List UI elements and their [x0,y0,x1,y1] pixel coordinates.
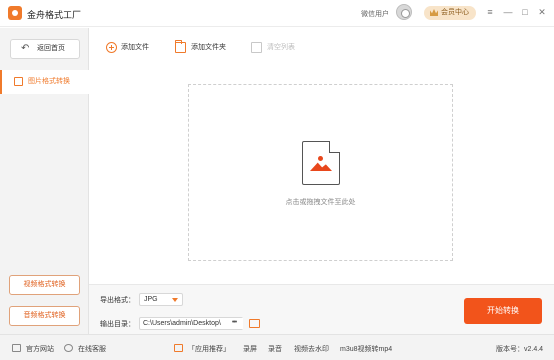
sidebar: ↶ 返回首页 图片格式转换 视频格式转换 音频格式转换 [0,28,89,334]
output-settings-panel: 导出格式： JPG 输出目录： C:\Users\admin\Desktop\ … [89,284,554,334]
status-bar: 官方网站 在线客服 「应用推荐」 录屏 录音 视频去水印 m3u8视频转mp4 … [0,334,554,360]
user-avatar[interactable] [396,4,412,20]
start-convert-button[interactable]: 开始转换 [464,298,542,324]
support-link[interactable]: 在线客服 [78,344,106,354]
image-icon [14,77,23,86]
record-screen-link[interactable]: 录屏 [243,344,257,354]
browse-dir-button[interactable]: ••• [225,318,243,329]
vip-center-button[interactable]: 会员中心 [424,6,476,20]
watermark-remover-link[interactable]: 视频去水印 [294,344,329,354]
vip-center-label: 会员中心 [441,9,469,16]
user-name[interactable]: 微信用户 [361,9,389,19]
add-file-label: 添加文件 [121,44,149,51]
back-home-button[interactable]: ↶ 返回首页 [10,39,80,59]
add-file-button[interactable]: 添加文件 [106,39,166,57]
website-icon [12,344,21,352]
sidebar-item-image-convert[interactable]: 图片格式转换 [0,70,89,94]
drop-hint: 点击或拖拽文件至此处 [285,199,356,206]
sidebar-item-label: 图片格式转换 [28,78,70,85]
app-title: 金舟格式工厂 [27,10,82,20]
maximize-icon[interactable]: □ [519,6,531,18]
video-convert-button[interactable]: 视频格式转换 [9,275,80,295]
recommend-label: 「应用推荐」 [188,346,230,353]
audio-convert-button[interactable]: 音频格式转换 [9,306,80,326]
chevron-down-icon [172,298,178,302]
format-label: 导出格式： [100,297,135,304]
file-corner-fold [329,141,340,153]
headset-icon [64,344,73,352]
folder-icon [175,40,186,53]
m3u8-convert-link[interactable]: m3u8视频转mp4 [340,344,392,354]
output-dir-label: 输出目录： [100,321,135,328]
format-select[interactable]: JPG [139,293,183,306]
minimize-icon[interactable]: — [502,6,514,18]
version-label: 版本号：v2.4.4 [496,346,544,353]
return-arrow-icon: ↶ [21,43,30,54]
record-audio-link[interactable]: 录音 [268,344,282,354]
sun-glyph [318,156,323,161]
close-icon[interactable]: ✕ [536,6,548,18]
open-folder-icon[interactable] [249,319,260,328]
back-home-label: 返回首页 [37,45,65,52]
app-logo-icon [8,6,22,20]
add-icon [106,42,117,53]
clear-list-label: 清空列表 [267,44,295,51]
clear-list-button[interactable]: 清空列表 [251,39,311,57]
add-folder-label: 添加文件夹 [191,44,226,51]
format-value: JPG [144,296,158,303]
website-link[interactable]: 官方网站 [26,344,54,354]
thumbs-up-icon [174,344,183,352]
menu-icon[interactable]: ≡ [484,6,496,18]
add-folder-button[interactable]: 添加文件夹 [175,39,241,57]
title-bar: 金舟格式工厂 微信用户 会员中心 ≡ — □ ✕ [0,0,554,27]
file-drop-zone[interactable]: 点击或拖拽文件至此处 [188,84,453,261]
crown-icon [430,9,438,16]
clear-list-icon [251,42,262,53]
